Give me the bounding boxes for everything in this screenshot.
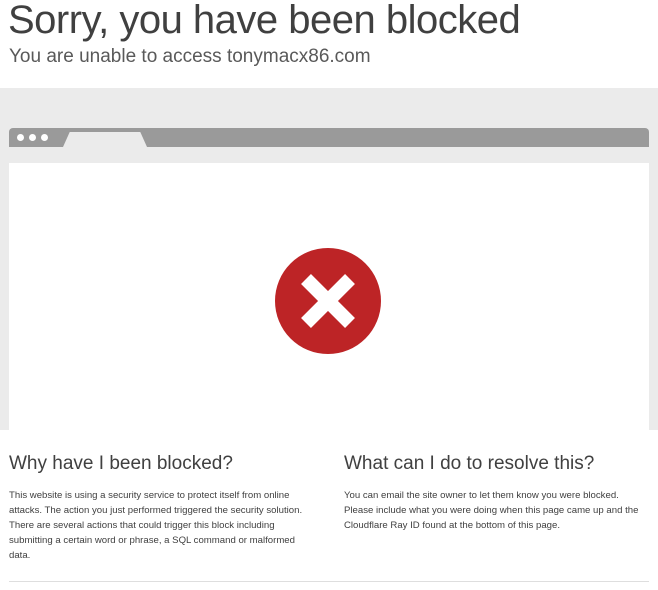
resolve-section: What can I do to resolve this? You can e… bbox=[344, 452, 649, 533]
why-blocked-text: This website is using a security service… bbox=[9, 490, 303, 561]
window-dot-icon bbox=[41, 134, 48, 141]
page-header: Sorry, you have been blocked You are una… bbox=[0, 0, 658, 88]
browser-tab-shape bbox=[63, 132, 147, 147]
window-dot-icon bbox=[17, 134, 24, 141]
page-subtitle: You are unable to access tonymacx86.com bbox=[9, 46, 371, 67]
resolve-heading: What can I do to resolve this? bbox=[344, 453, 595, 474]
browser-illustration-toolbar bbox=[9, 128, 649, 147]
resolve-text: You can email the site owner to let them… bbox=[344, 490, 639, 531]
footer-divider bbox=[9, 581, 649, 582]
why-blocked-section: Why have I been blocked? This website is… bbox=[9, 452, 314, 563]
why-blocked-heading: Why have I been blocked? bbox=[9, 453, 233, 474]
page-title: Sorry, you have been blocked bbox=[8, 0, 521, 42]
window-dot-icon bbox=[29, 134, 36, 141]
error-x-circle-icon bbox=[275, 248, 381, 354]
